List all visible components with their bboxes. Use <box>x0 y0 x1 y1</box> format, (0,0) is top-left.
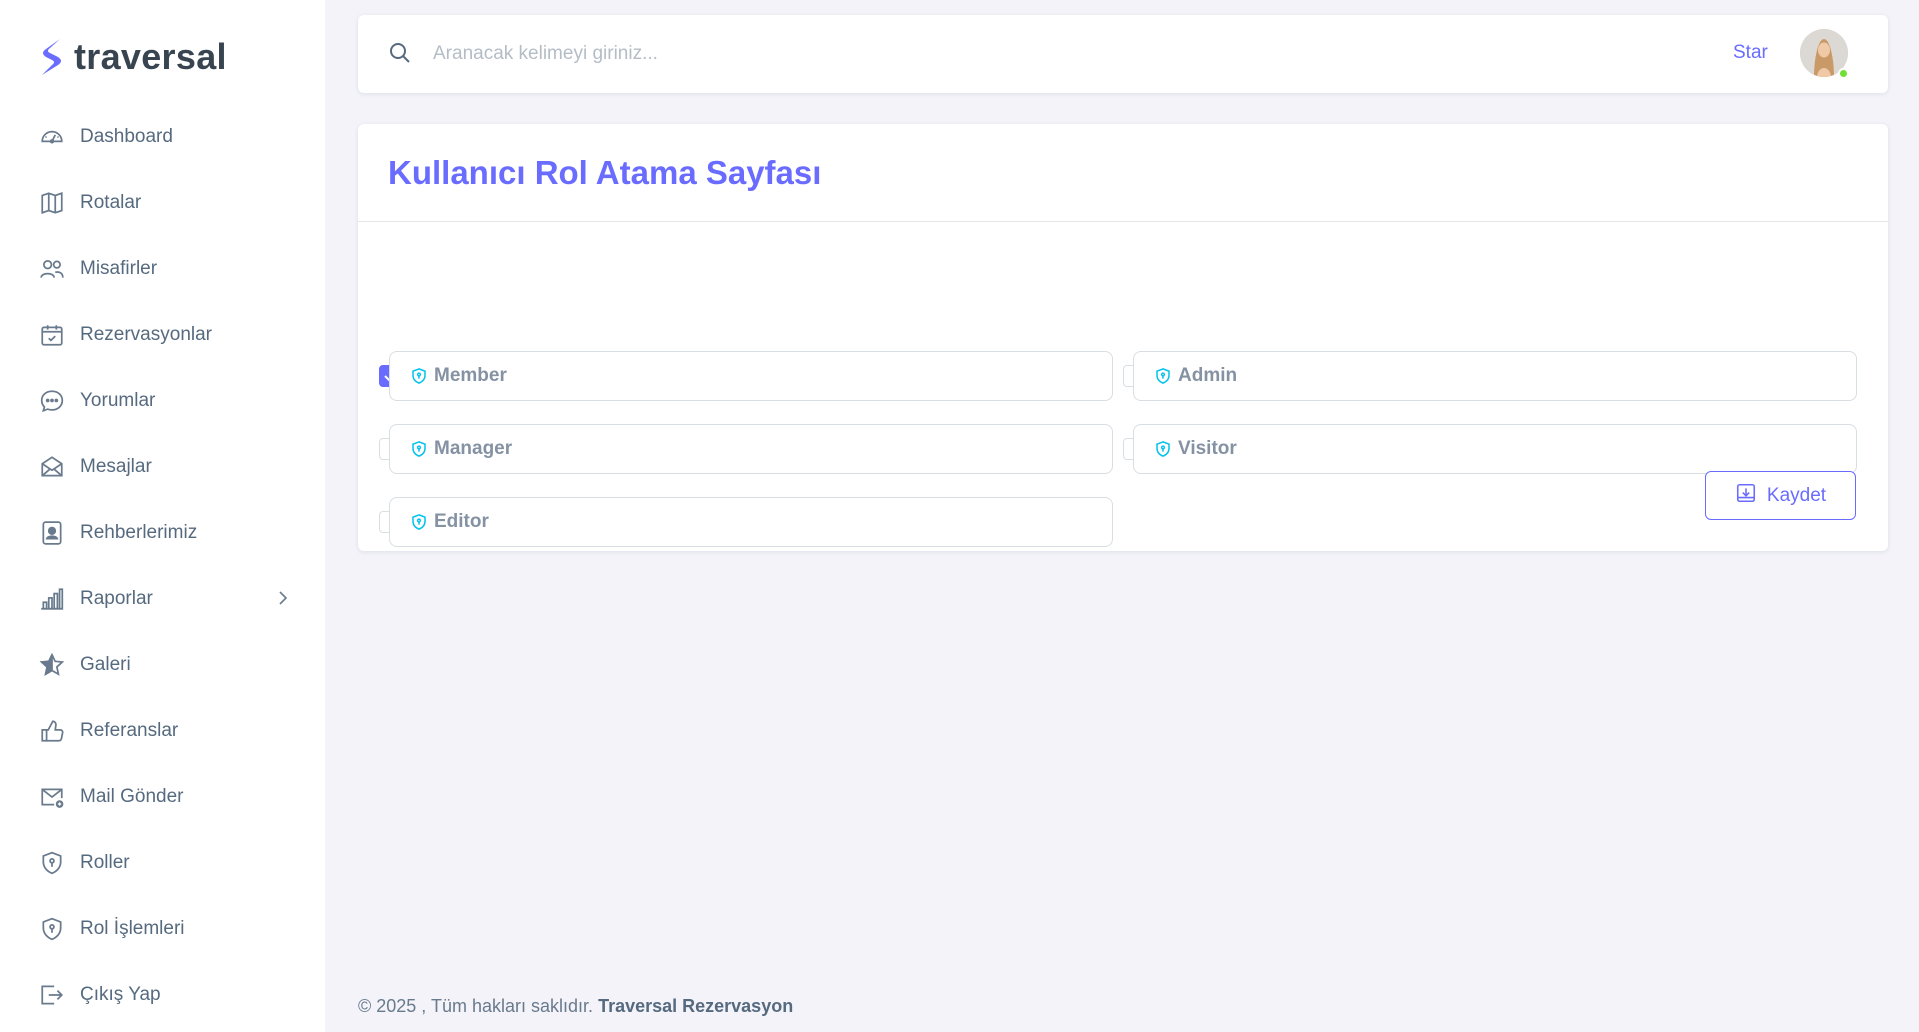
role-label: Admin <box>1178 365 1238 386</box>
sidebar-item-label: Rehberlerimiz <box>80 522 198 543</box>
sidebar-item-galeri[interactable]: Galeri <box>0 632 325 698</box>
sidebar-item-label: Referanslar <box>80 720 179 741</box>
sidebar-item-raporlar[interactable]: Raporlar <box>0 566 325 632</box>
calendar-check-icon <box>38 321 66 349</box>
sidebar-item-mail-gonder[interactable]: Mail Gönder <box>0 764 325 830</box>
search-input[interactable] <box>433 37 1233 71</box>
card-header: Kullanıcı Rol Atama Sayfası <box>358 124 1888 222</box>
sidebar-item-rol-islemleri[interactable]: Rol İşlemleri <box>0 896 325 962</box>
sidebar-item-referanslar[interactable]: Referanslar <box>0 698 325 764</box>
top-navbar: Star <box>358 15 1888 93</box>
envelope-open-icon <box>38 453 66 481</box>
role-field-member[interactable]: Member <box>389 351 1113 401</box>
sidebar-item-label: Roller <box>80 852 130 873</box>
sidebar-item-dashboard[interactable]: Dashboard <box>0 104 325 170</box>
sidebar-item-label: Rotalar <box>80 192 142 213</box>
role-label: Editor <box>434 511 489 532</box>
shield-icon <box>38 915 66 943</box>
sidebar-item-label: Rezervasyonlar <box>80 324 212 345</box>
shield-icon <box>410 511 430 533</box>
shield-icon <box>410 438 430 460</box>
contact-card-icon <box>38 519 66 547</box>
sidebar: traversal Dashboard Rotalar Misafirler R… <box>0 0 325 1032</box>
page-title: Kullanıcı Rol Atama Sayfası <box>388 154 822 191</box>
sidebar-item-label: Misafirler <box>80 258 158 279</box>
sidebar-item-rotalar[interactable]: Rotalar <box>0 170 325 236</box>
online-status-dot <box>1838 68 1849 79</box>
copyright-text: © 2025 , Tüm hakları saklıdır. <box>358 996 594 1016</box>
sidebar-item-rezervasyonlar[interactable]: Rezervasyonlar <box>0 302 325 368</box>
thumbs-up-icon <box>38 717 66 745</box>
brand-logo-icon <box>38 37 64 77</box>
sidebar-item-roller[interactable]: Roller <box>0 830 325 896</box>
mail-send-icon <box>38 783 66 811</box>
role-label: Visitor <box>1178 438 1237 459</box>
chat-icon <box>38 387 66 415</box>
save-button[interactable]: Kaydet <box>1705 471 1856 520</box>
brand[interactable]: traversal <box>38 36 227 78</box>
sidebar-menu: Dashboard Rotalar Misafirler Rezervasyon… <box>0 104 325 1028</box>
shield-icon <box>1154 365 1174 387</box>
shield-icon <box>1154 438 1174 460</box>
sidebar-item-cikis-yap[interactable]: Çıkış Yap <box>0 962 325 1028</box>
role-field-visitor[interactable]: Visitor <box>1133 424 1857 474</box>
role-label: Manager <box>434 438 513 459</box>
sidebar-item-label: Raporlar <box>80 588 153 609</box>
sidebar-item-yorumlar[interactable]: Yorumlar <box>0 368 325 434</box>
company-name[interactable]: Traversal Rezervasyon <box>598 996 793 1016</box>
bar-chart-icon <box>38 585 66 613</box>
role-field-manager[interactable]: Manager <box>389 424 1113 474</box>
sidebar-item-rehberlerimiz[interactable]: Rehberlerimiz <box>0 500 325 566</box>
sidebar-item-label: Çıkış Yap <box>80 984 161 1005</box>
users-icon <box>38 255 66 283</box>
sidebar-item-label: Yorumlar <box>80 390 156 411</box>
gauge-icon <box>38 123 66 151</box>
sidebar-item-label: Rol İşlemleri <box>80 918 185 939</box>
sidebar-item-misafirler[interactable]: Misafirler <box>0 236 325 302</box>
save-button-label: Kaydet <box>1766 484 1827 506</box>
star-icon <box>38 651 66 679</box>
role-assignment-card: Kullanıcı Rol Atama Sayfası Member Admin <box>358 124 1888 551</box>
map-icon <box>38 189 66 217</box>
sidebar-item-label: Galeri <box>80 654 131 675</box>
brand-name: traversal <box>74 36 227 77</box>
search-icon[interactable] <box>388 41 412 70</box>
sidebar-item-label: Mail Gönder <box>80 786 184 807</box>
logout-icon <box>38 981 66 1009</box>
sidebar-item-label: Mesajlar <box>80 456 152 477</box>
sidebar-item-mesajlar[interactable]: Mesajlar <box>0 434 325 500</box>
role-field-editor[interactable]: Editor <box>389 497 1113 547</box>
sidebar-item-label: Dashboard <box>80 126 173 147</box>
chevron-right-icon <box>277 589 289 612</box>
role-field-admin[interactable]: Admin <box>1133 351 1857 401</box>
footer: © 2025 , Tüm hakları saklıdır. Traversal… <box>358 996 793 1017</box>
role-label: Member <box>434 365 507 386</box>
shield-icon <box>38 849 66 877</box>
shield-icon <box>410 365 430 387</box>
save-icon <box>1735 482 1757 510</box>
user-name-link[interactable]: Star <box>1733 42 1768 64</box>
